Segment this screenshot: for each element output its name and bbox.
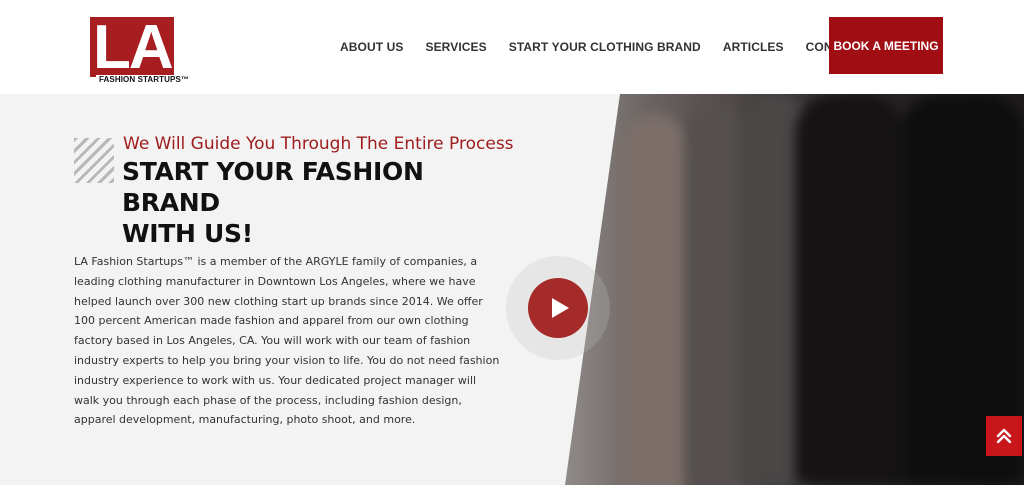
play-icon [552, 298, 569, 318]
scroll-to-top-button[interactable] [986, 416, 1022, 456]
site-logo[interactable]: LA FASHION STARTUPS™ [90, 13, 190, 87]
site-header: LA FASHION STARTUPS™ ABOUT US SERVICES S… [0, 0, 1024, 94]
logo-text: FASHION STARTUPS™ [99, 75, 190, 84]
double-chevron-up-icon [996, 428, 1012, 444]
runway-model-1 [620, 114, 690, 485]
hero-tagline: We Will Guide You Through The Entire Pro… [123, 134, 514, 154]
nav-start-clothing-brand[interactable]: START YOUR CLOTHING BRAND [509, 40, 701, 54]
decorative-stripes [74, 138, 114, 183]
nav-about-us[interactable]: ABOUT US [340, 40, 403, 54]
runway-model-4 [795, 94, 905, 485]
hero-body-text: LA Fashion Startups™ is a member of the … [74, 255, 500, 427]
nav-services[interactable]: SERVICES [425, 40, 486, 54]
video-play-button[interactable] [528, 278, 588, 338]
book-meeting-button[interactable]: BOOK A MEETING [829, 17, 943, 74]
logo-letters: LA [93, 13, 174, 82]
runway-model-2 [685, 104, 745, 485]
hero-headline-line-1: START YOUR FASHION BRAND [122, 157, 424, 217]
nav-articles[interactable]: ARTICLES [723, 40, 784, 54]
hero-headline-line-2: WITH US! [122, 219, 253, 248]
hero-runway-image [565, 94, 1024, 485]
main-nav: ABOUT US SERVICES START YOUR CLOTHING BR… [340, 0, 884, 94]
hero-headline: START YOUR FASHION BRAND WITH US! [122, 156, 522, 249]
